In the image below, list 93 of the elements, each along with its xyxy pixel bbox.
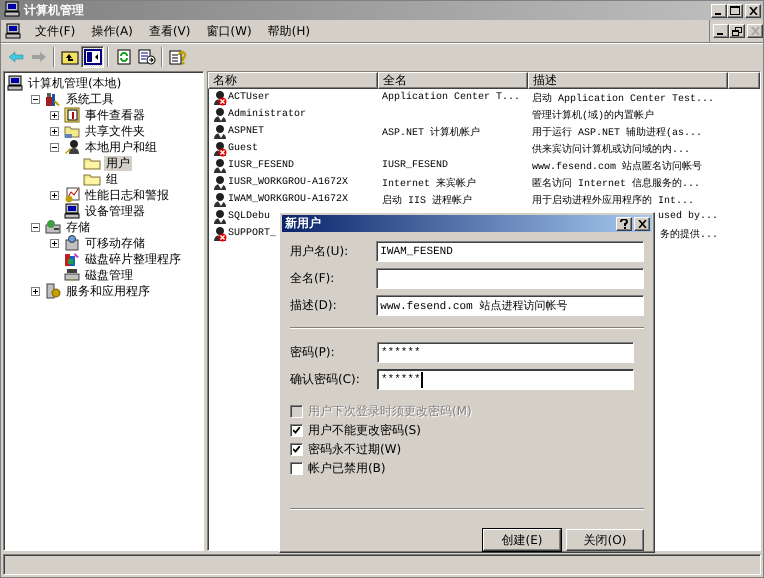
- expand-icon[interactable]: [50, 126, 59, 136]
- collapse-icon[interactable]: [50, 142, 59, 152]
- checkbox[interactable]: [290, 443, 303, 456]
- tree-item[interactable]: 服务和应用程序: [64, 284, 152, 298]
- expand-icon[interactable]: [50, 190, 59, 200]
- description: used by...: [658, 211, 718, 222]
- full-name: Internet 来宾帐户: [382, 178, 476, 190]
- tree-item[interactable]: 计算机管理(本地): [26, 76, 124, 90]
- user-name[interactable]: IUSR_WORKGROU-A1672X: [228, 177, 348, 188]
- users-icon: [64, 139, 80, 155]
- field-label: 描述(D):: [290, 297, 338, 314]
- help-icon[interactable]: [616, 216, 632, 230]
- description: 用于运行 ASP.NET 辅助进程(as...: [532, 128, 702, 138]
- defrag-icon: [64, 251, 80, 267]
- maximize-icon[interactable]: [727, 4, 743, 18]
- user-name[interactable]: IUSR_FESEND: [228, 160, 294, 171]
- tree-item[interactable]: 可移动存储: [83, 236, 147, 250]
- tree-item[interactable]: 磁盘碎片整理程序: [83, 252, 183, 266]
- description: 启动 Application Center Test...: [532, 94, 714, 104]
- collapse-icon[interactable]: [31, 222, 40, 232]
- services-icon: [45, 283, 61, 299]
- tree-item[interactable]: 组: [104, 172, 120, 186]
- tree-item[interactable]: 性能日志和警报: [83, 188, 171, 202]
- tree-item[interactable]: 系统工具: [64, 92, 116, 106]
- full-name: Application Center T...: [382, 92, 520, 103]
- full-name: IUSR_FESEND: [382, 160, 448, 171]
- password-field[interactable]: ******: [377, 342, 634, 363]
- menu-item[interactable]: 查看(V): [140, 20, 198, 42]
- restore-icon[interactable]: [729, 24, 745, 38]
- user-name[interactable]: Administrator: [228, 109, 306, 120]
- user-name[interactable]: ASPNET: [228, 126, 264, 137]
- removable-storage-icon: [64, 235, 80, 251]
- column-header[interactable]: 名称: [208, 72, 378, 89]
- tree-pane-icon[interactable]: [81, 46, 104, 68]
- checkmark-icon: [293, 446, 300, 453]
- dialog-title: 新用户: [285, 215, 322, 232]
- tree-item[interactable]: 存储: [64, 220, 92, 234]
- field-label: 用户名(U):: [290, 243, 350, 260]
- chart-icon: [64, 187, 80, 203]
- user-name[interactable]: SQLDebu: [228, 211, 270, 222]
- text-field[interactable]: [376, 268, 644, 289]
- description: 用于启动进程外应用程序的 Int...: [532, 196, 694, 206]
- menu-item[interactable]: 窗口(W): [198, 20, 260, 42]
- field-label: 确认密码(C):: [290, 371, 361, 388]
- event-viewer-icon: [64, 107, 80, 123]
- description: 供来宾访问计算机或访问域的内...: [532, 144, 690, 156]
- tree-item[interactable]: 磁盘管理: [83, 268, 135, 282]
- tree-item[interactable]: 事件查看器: [83, 108, 147, 122]
- description: 务的提供...: [660, 230, 718, 240]
- close-icon[interactable]: [634, 216, 650, 230]
- checkbox[interactable]: [290, 462, 303, 475]
- menu-item[interactable]: 帮助(H): [260, 20, 318, 42]
- field-label: 密码(P):: [290, 344, 336, 361]
- expand-icon[interactable]: [50, 110, 59, 120]
- menu-item[interactable]: 操作(A): [83, 20, 141, 42]
- close-icon[interactable]: [747, 24, 763, 38]
- tree-item[interactable]: 本地用户和组: [83, 140, 159, 154]
- full-name: 启动 IIS 进程帐户: [382, 196, 472, 206]
- computer-icon: [7, 75, 23, 91]
- tree-item[interactable]: 设备管理器: [83, 204, 147, 218]
- tree-item[interactable]: 用户: [104, 156, 132, 170]
- text-field[interactable]: www.fesend.com 站点进程访问帐号: [376, 295, 644, 316]
- toolbox-icon: [45, 91, 61, 107]
- dialog-button[interactable]: 关闭(O): [566, 529, 644, 551]
- checkbox-label[interactable]: 用户不能更改密码(S): [308, 422, 421, 439]
- column-header[interactable]: 描述: [528, 72, 728, 89]
- user-name[interactable]: IWAM_WORKGROU-A1672X: [228, 194, 348, 205]
- description: 管理计算机(域)的内置帐户: [532, 110, 654, 122]
- close-icon[interactable]: [745, 4, 761, 18]
- column-header[interactable]: [728, 72, 760, 89]
- tree-item[interactable]: 共享文件夹: [83, 124, 147, 138]
- minimize-icon[interactable]: [713, 24, 729, 38]
- dialog-button[interactable]: 创建(E): [483, 529, 561, 551]
- menu-item[interactable]: 文件(F): [27, 20, 84, 42]
- computer-icon: [64, 203, 80, 219]
- checkbox[interactable]: [290, 424, 303, 437]
- text-field[interactable]: IWAM_FESEND: [376, 241, 644, 262]
- window-title: 计算机管理: [24, 2, 85, 19]
- checkbox-label[interactable]: 帐户已禁用(B): [308, 460, 386, 477]
- minimize-icon[interactable]: [711, 4, 727, 18]
- full-name: ASP.NET 计算机帐户: [382, 128, 480, 138]
- column-header[interactable]: 全名: [378, 72, 528, 89]
- checkmark-icon: [293, 427, 300, 434]
- expand-icon[interactable]: [31, 286, 40, 296]
- expand-icon[interactable]: [50, 238, 59, 248]
- description: 匿名访问 Internet 信息服务的...: [532, 178, 700, 190]
- password-field[interactable]: ******: [377, 369, 634, 390]
- disk-icon: [64, 267, 80, 283]
- checkbox-label[interactable]: 密码永不过期(W): [308, 441, 402, 458]
- field-label: 全名(F):: [290, 270, 336, 287]
- description: www.fesend.com 站点匿名访问帐号: [532, 162, 702, 172]
- collapse-icon[interactable]: [31, 94, 40, 104]
- storage-icon: [45, 219, 61, 235]
